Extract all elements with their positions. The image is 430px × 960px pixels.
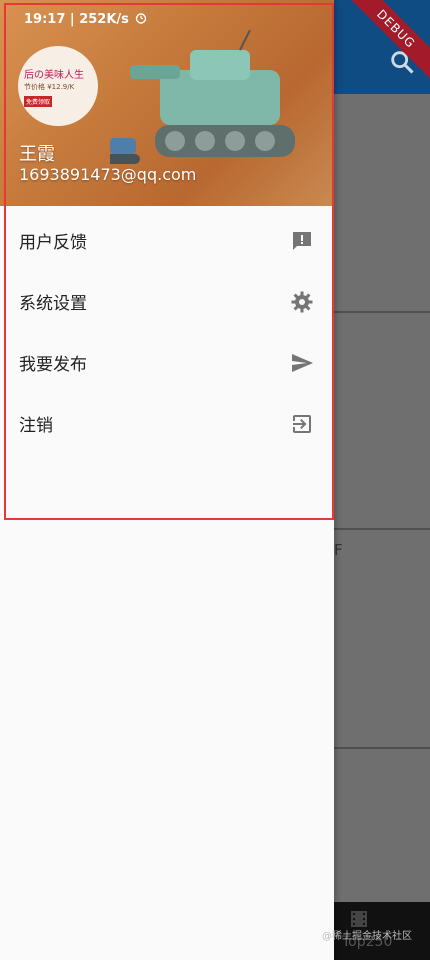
list-divider [334,311,430,313]
film-icon[interactable] [350,910,368,928]
background-text: F [334,541,343,559]
list-divider [334,528,430,530]
background-list [334,94,430,902]
watermark: @稀土掘金技术社区 [322,931,412,942]
highlight-annotation [4,3,334,520]
list-divider [334,747,430,749]
debug-ribbon: DEBUG [338,0,430,87]
